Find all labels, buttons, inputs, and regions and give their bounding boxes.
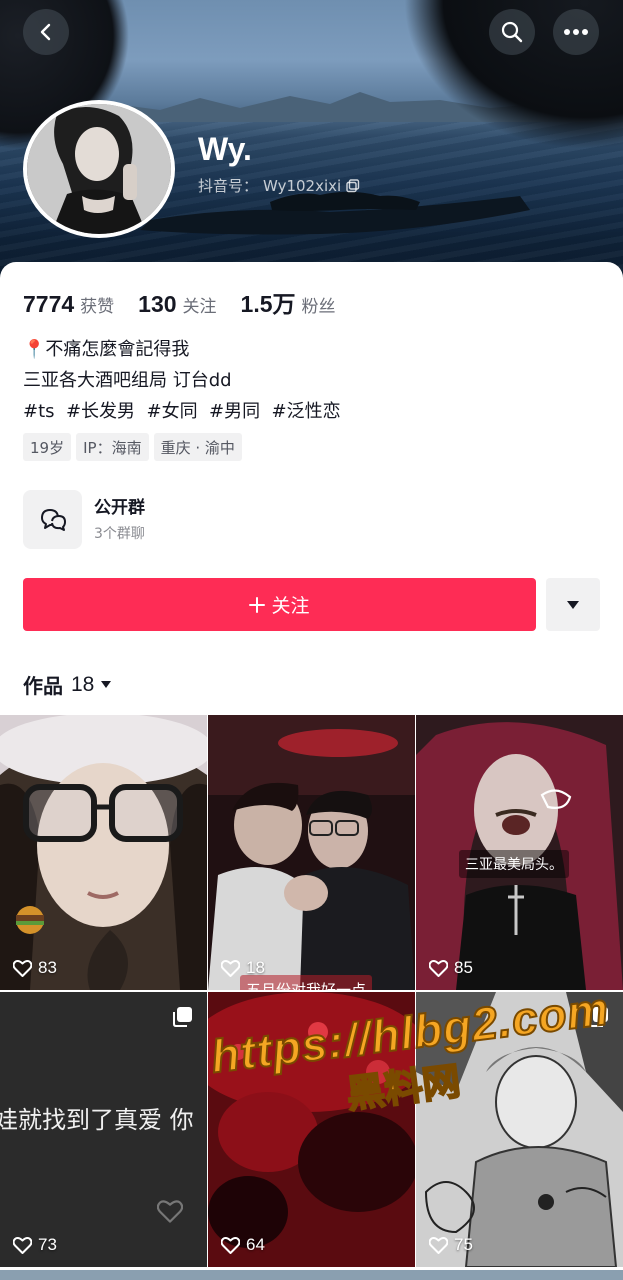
profile-stats: 7774 获赞 130 关注 1.5万 粉丝: [23, 285, 360, 319]
search-button[interactable]: [489, 9, 535, 55]
multi-image-icon: [589, 1007, 608, 1027]
avatar[interactable]: [23, 100, 175, 238]
heart-icon: [221, 1236, 240, 1254]
works-count: 18: [71, 672, 95, 696]
tag-location: 重庆 · 渝中: [153, 433, 242, 461]
stat-likes[interactable]: 7774 获赞: [23, 291, 114, 318]
like-count: 18: [246, 958, 265, 977]
works-grid: 83 五月份对我好一点 18 三亚最美局头。 85 娃就找到了真爱 你 73 6…: [0, 715, 623, 1280]
group-title: 公开群: [94, 497, 145, 518]
profile-bio: 📍不痛怎麼會記得我 三亚各大酒吧组局 订台dd #ts #长发男 #女同 #男同…: [23, 334, 341, 427]
next-row-preview: [0, 1270, 623, 1280]
public-group-entry[interactable]: 公开群 3个群聊: [23, 490, 145, 549]
stat-value: 130: [138, 291, 177, 317]
group-chat-icon: [23, 490, 82, 549]
stat-value: 1.5万: [240, 291, 296, 317]
group-subtitle: 3个群聊: [94, 525, 145, 542]
more-button[interactable]: [553, 9, 599, 55]
more-dots-icon: [564, 29, 588, 35]
stat-label: 获赞: [80, 297, 115, 317]
douyin-id-label: 抖音号：: [198, 177, 259, 195]
post-tile[interactable]: 三亚最美局头。 85: [416, 715, 623, 990]
post-tile[interactable]: 83: [0, 715, 207, 990]
recommend-dropdown-button[interactable]: [546, 578, 600, 631]
tag-age: 19岁: [23, 433, 72, 461]
back-button[interactable]: [23, 9, 69, 55]
works-label: 作品: [23, 674, 63, 698]
bio-line: 三亚各大酒吧组局 订台dd: [23, 370, 232, 391]
heart-icon: [429, 1236, 448, 1254]
stat-followers[interactable]: 1.5万 粉丝: [241, 285, 336, 319]
post-tile[interactable]: 64: [208, 992, 415, 1267]
post-tile[interactable]: 75: [416, 992, 623, 1267]
stat-label: 关注: [182, 297, 217, 317]
post-likes: 75: [429, 1235, 473, 1255]
follow-button[interactable]: 关注: [23, 578, 536, 631]
plus-icon: [249, 596, 266, 613]
bio-line: 📍不痛怎麼會記得我: [23, 339, 190, 360]
like-count: 85: [454, 958, 473, 977]
post-tile[interactable]: 五月份对我好一点 18: [208, 715, 415, 990]
nickname: Wy.: [198, 131, 252, 167]
stat-label: 粉丝: [301, 297, 336, 317]
tab-works[interactable]: 作品 18: [23, 670, 112, 699]
tag-ip: IP：海南: [76, 433, 149, 461]
douyin-id-value: Wy102xixi: [263, 176, 342, 195]
post-likes: 83: [13, 958, 57, 978]
copy-icon[interactable]: [346, 178, 360, 193]
post-likes: 64: [221, 1235, 265, 1255]
heart-icon: [13, 959, 32, 977]
post-likes: 18: [221, 958, 265, 978]
chevron-left-icon: [40, 23, 51, 41]
post-caption: 娃就找到了真爱 你: [0, 1106, 194, 1134]
like-count: 73: [38, 1235, 57, 1254]
follow-label: 关注: [271, 595, 310, 617]
like-count: 83: [38, 958, 57, 977]
triangle-down-icon: [567, 600, 579, 609]
stat-value: 7774: [23, 291, 75, 317]
heart-icon: [221, 959, 240, 977]
heart-icon: [13, 1236, 32, 1254]
heart-icon: [429, 959, 448, 977]
stat-following[interactable]: 130 关注: [138, 291, 216, 318]
post-likes: 85: [429, 958, 473, 978]
douyin-id[interactable]: 抖音号： Wy102xixi: [198, 175, 360, 196]
post-tile[interactable]: 娃就找到了真爱 你 73: [0, 992, 207, 1267]
post-caption: 三亚最美局头。: [459, 850, 569, 878]
bio-line: #ts #长发男 #女同 #男同 #泛性恋: [23, 401, 341, 422]
search-icon: [501, 21, 523, 43]
heart-icon[interactable]: [157, 1200, 183, 1223]
triangle-down-icon: [101, 681, 112, 688]
like-count: 64: [246, 1235, 265, 1254]
profile-tags: 19岁 IP：海南 重庆 · 渝中: [23, 433, 242, 461]
multi-image-icon: [173, 1007, 192, 1027]
like-count: 75: [454, 1235, 473, 1254]
post-likes: 73: [13, 1235, 57, 1255]
